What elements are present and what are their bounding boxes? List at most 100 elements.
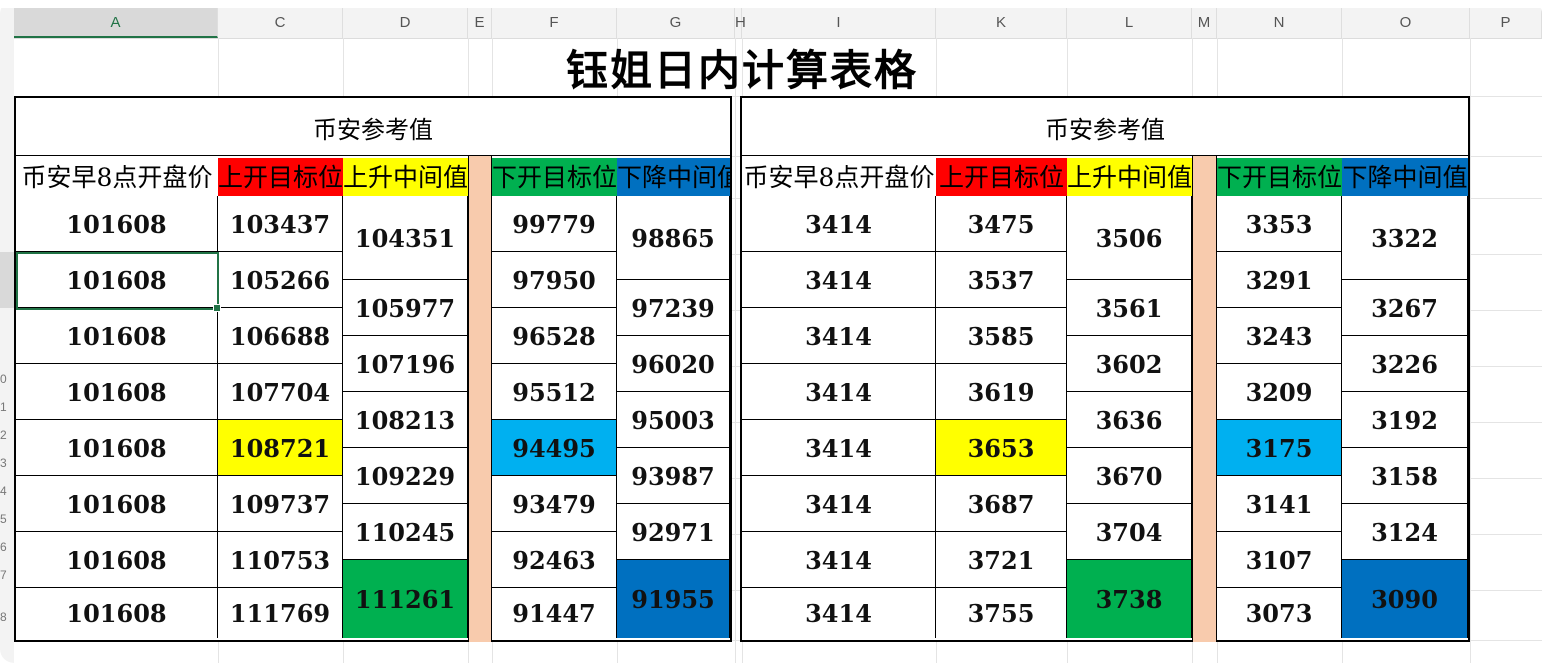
open-cell[interactable]: 101608 — [16, 364, 218, 420]
up-mid-cell[interactable]: 3602 — [1067, 336, 1192, 392]
up-mid-cell[interactable]: 110245 — [343, 504, 468, 560]
up-target-cell[interactable]: 106688 — [218, 308, 343, 364]
up-mid-cell[interactable]: 105977 — [343, 280, 468, 336]
down-target-cell[interactable]: 3291 — [1217, 252, 1342, 308]
down-mid-cell[interactable]: 92971 — [617, 504, 730, 560]
up-target-cell[interactable]: 3585 — [936, 308, 1067, 364]
row-number[interactable]: 5 — [0, 512, 14, 526]
down-target-cell[interactable]: 3353 — [1217, 196, 1342, 252]
column-header-m[interactable]: M — [1192, 8, 1217, 38]
up-mid-cell[interactable]: 3636 — [1067, 392, 1192, 448]
column-header-h[interactable]: H — [735, 8, 746, 38]
row-number[interactable]: 7 — [0, 568, 14, 582]
down-target-cell[interactable]: 93479 — [492, 476, 617, 532]
up-target-cell[interactable]: 107704 — [218, 364, 343, 420]
open-cell[interactable]: 101608 — [16, 420, 218, 476]
open-cell[interactable]: 3414 — [742, 532, 936, 588]
open-cell[interactable]: 101608 — [16, 308, 218, 364]
column-header-p[interactable]: P — [1470, 8, 1542, 38]
column-header-i[interactable]: I — [742, 8, 936, 38]
up-target-cell[interactable]: 111769 — [218, 588, 343, 638]
up-target-cell[interactable]: 3687 — [936, 476, 1067, 532]
down-target-cell[interactable]: 3243 — [1217, 308, 1342, 364]
up-mid-cell[interactable]: 107196 — [343, 336, 468, 392]
row-number[interactable]: 0 — [0, 372, 14, 386]
open-cell[interactable]: 3414 — [742, 420, 936, 476]
up-target-cell[interactable]: 103437 — [218, 196, 343, 252]
down-mid-cell[interactable]: 3158 — [1342, 448, 1468, 504]
down-target-cell[interactable]: 3141 — [1217, 476, 1342, 532]
up-mid-cell[interactable]: 3704 — [1067, 504, 1192, 560]
up-target-cell[interactable]: 3619 — [936, 364, 1067, 420]
open-cell[interactable]: 101608 — [16, 588, 218, 638]
open-cell[interactable]: 3414 — [742, 476, 936, 532]
down-mid-cell[interactable]: 93987 — [617, 448, 730, 504]
down-target-cell[interactable]: 92463 — [492, 532, 617, 588]
down-mid-cell[interactable]: 98865 — [617, 196, 730, 280]
down-mid-cell[interactable]: 3267 — [1342, 280, 1468, 336]
column-header-f[interactable]: F — [492, 8, 617, 38]
down-mid-cell[interactable]: 3226 — [1342, 336, 1468, 392]
open-cell[interactable]: 3414 — [742, 196, 936, 252]
row-header-selected[interactable] — [0, 252, 14, 308]
row-number[interactable]: 3 — [0, 456, 14, 470]
open-cell[interactable]: 101608 — [16, 196, 218, 252]
down-target-cell[interactable]: 94495 — [492, 420, 617, 476]
up-target-cell[interactable]: 3721 — [936, 532, 1067, 588]
column-header-d[interactable]: D — [343, 8, 468, 38]
up-target-cell[interactable]: 105266 — [218, 252, 343, 308]
column-header-k[interactable]: K — [936, 8, 1067, 38]
open-cell[interactable]: 3414 — [742, 364, 936, 420]
up-target-cell[interactable]: 3537 — [936, 252, 1067, 308]
row-number[interactable]: 2 — [0, 428, 14, 442]
up-target-cell[interactable]: 109737 — [218, 476, 343, 532]
down-target-cell[interactable]: 97950 — [492, 252, 617, 308]
down-target-cell[interactable]: 3107 — [1217, 532, 1342, 588]
up-target-cell[interactable]: 3475 — [936, 196, 1067, 252]
down-mid-cell[interactable]: 3124 — [1342, 504, 1468, 560]
column-header-c[interactable]: C — [218, 8, 343, 38]
down-mid-cell[interactable]: 3322 — [1342, 196, 1468, 280]
open-cell[interactable]: 101608 — [16, 532, 218, 588]
row-number[interactable]: 6 — [0, 540, 14, 554]
down-mid-cell[interactable]: 3090 — [1342, 560, 1468, 638]
column-header-l[interactable]: L — [1067, 8, 1192, 38]
row-number[interactable]: 4 — [0, 484, 14, 498]
row-number[interactable]: 8 — [0, 610, 14, 624]
up-target-cell[interactable]: 3755 — [936, 588, 1067, 638]
up-mid-cell[interactable]: 3561 — [1067, 280, 1192, 336]
column-header-e[interactable]: E — [468, 8, 492, 38]
column-header-g[interactable]: G — [617, 8, 735, 38]
down-target-cell[interactable]: 99779 — [492, 196, 617, 252]
down-target-cell[interactable]: 3209 — [1217, 364, 1342, 420]
up-target-cell[interactable]: 108721 — [218, 420, 343, 476]
up-mid-cell[interactable]: 104351 — [343, 196, 468, 280]
column-header-a[interactable]: A — [14, 8, 218, 38]
up-mid-cell[interactable]: 3670 — [1067, 448, 1192, 504]
up-mid-cell[interactable]: 3738 — [1067, 560, 1192, 638]
open-cell[interactable]: 3414 — [742, 252, 936, 308]
column-header-n[interactable]: N — [1217, 8, 1342, 38]
down-target-cell[interactable]: 3175 — [1217, 420, 1342, 476]
open-cell[interactable]: 3414 — [742, 588, 936, 638]
up-mid-cell[interactable]: 109229 — [343, 448, 468, 504]
down-target-cell[interactable]: 95512 — [492, 364, 617, 420]
down-target-cell[interactable]: 96528 — [492, 308, 617, 364]
down-mid-cell[interactable]: 96020 — [617, 336, 730, 392]
up-mid-cell[interactable]: 3506 — [1067, 196, 1192, 280]
up-target-cell[interactable]: 3653 — [936, 420, 1067, 476]
up-mid-cell[interactable]: 108213 — [343, 392, 468, 448]
up-mid-cell[interactable]: 111261 — [343, 560, 468, 638]
down-mid-cell[interactable]: 91955 — [617, 560, 730, 638]
active-cell-selection[interactable] — [16, 252, 221, 312]
down-mid-cell[interactable]: 97239 — [617, 280, 730, 336]
column-header-o[interactable]: O — [1342, 8, 1470, 38]
open-cell[interactable]: 101608 — [16, 476, 218, 532]
up-target-cell[interactable]: 110753 — [218, 532, 343, 588]
down-mid-cell[interactable]: 3192 — [1342, 392, 1468, 448]
down-mid-cell[interactable]: 95003 — [617, 392, 730, 448]
down-target-cell[interactable]: 3073 — [1217, 588, 1342, 638]
down-target-cell[interactable]: 91447 — [492, 588, 617, 638]
open-cell[interactable]: 3414 — [742, 308, 936, 364]
row-number[interactable]: 1 — [0, 400, 14, 414]
